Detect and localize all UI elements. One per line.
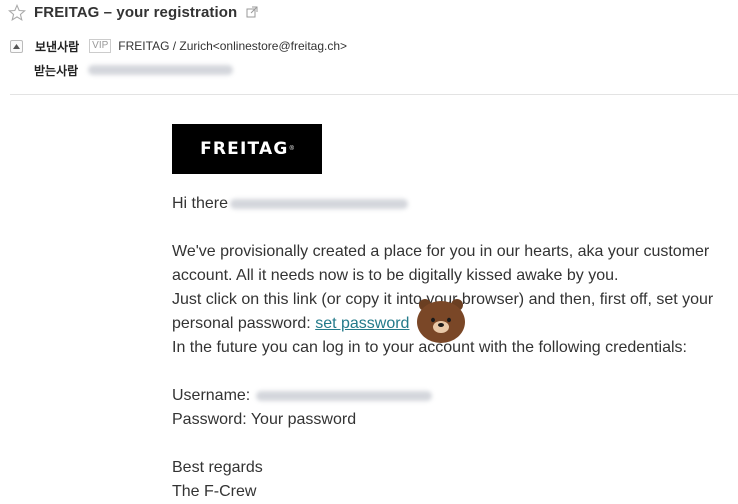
set-password-link[interactable]: set password [315,315,409,332]
password-line: Password: Your password [172,411,357,428]
star-icon[interactable] [8,4,26,22]
sender-address[interactable]: FREITAG / Zurich<onlinestore@freitag.ch> [118,39,347,53]
from-label: 보낸사람 [35,39,80,54]
greeting-email-redacted [230,198,409,209]
registered-mark: ® [289,146,294,152]
paragraph-line-1: We've provisionally created a place for … [172,243,710,260]
signature: The F-Crew [172,483,257,500]
username-line: Username: [172,384,433,408]
header-divider [10,94,738,95]
bear-sticker-icon [417,299,465,343]
external-link-icon[interactable] [246,6,258,18]
freitag-logo: FREITAG ® [172,124,322,174]
username-redacted [256,390,433,401]
collapse-button[interactable] [10,39,23,53]
paragraph-line-4: personal password: set password [172,312,409,336]
to-label: 받는사람 [34,63,79,78]
chevron-up-icon [13,43,20,49]
email-subject: FREITAG – your registration [34,4,238,21]
username-label: Username: [172,387,251,404]
closing: Best regards [172,459,263,476]
sender-row: 보낸사람 VIP FREITAG / Zurich<onlinestore@fr… [10,38,347,54]
password-prompt: personal password: [172,315,316,332]
recipient-address-redacted [88,65,234,75]
greeting-line: Hi there [172,192,409,216]
greeting: Hi there [172,195,229,212]
recipient-row: 받는사람 [34,62,234,78]
vip-badge: VIP [89,39,112,53]
logo-text: FREITAG [200,139,289,159]
paragraph-line-2: account. All it needs now is to be digit… [172,267,619,284]
